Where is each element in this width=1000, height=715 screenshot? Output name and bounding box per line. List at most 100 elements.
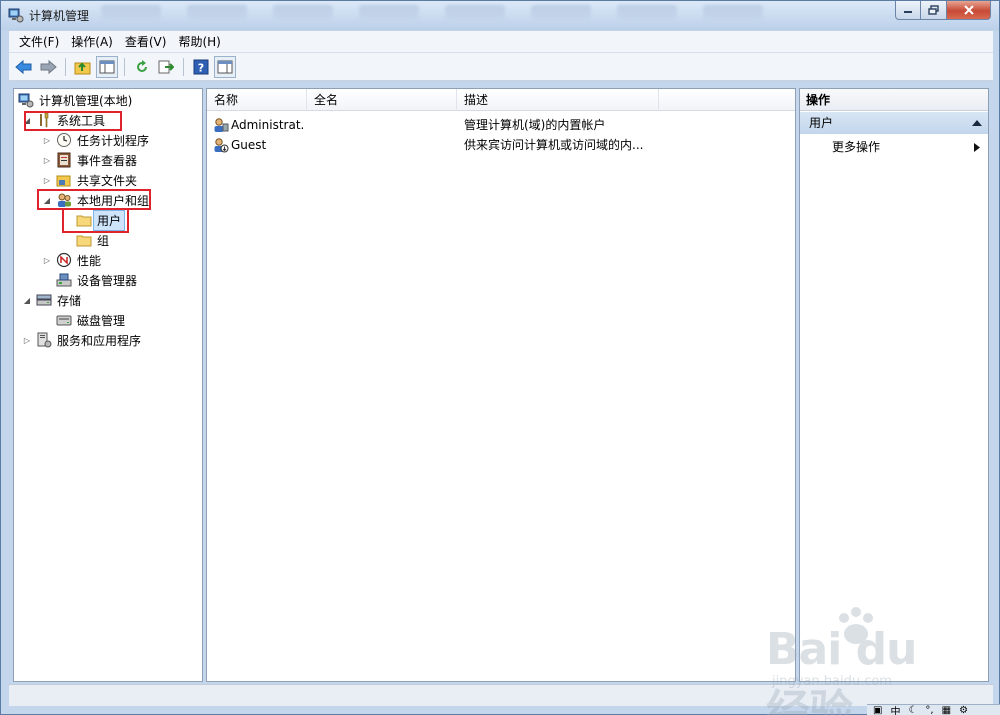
tree-item-task-scheduler[interactable]: ▷ 任务计划程序 xyxy=(42,130,149,150)
clock-icon xyxy=(57,133,71,147)
refresh-button[interactable] xyxy=(131,56,153,78)
forward-icon xyxy=(40,59,57,74)
cell-fullname xyxy=(314,135,454,155)
refresh-icon xyxy=(137,59,147,72)
collapsed-arrow-icon[interactable]: ▷ xyxy=(42,155,52,165)
computer-management-icon xyxy=(18,93,34,108)
folder-icon xyxy=(76,235,92,247)
toolbar: ? xyxy=(9,53,993,81)
minimize-button[interactable] xyxy=(895,1,921,20)
watermark-url: jingyan.baidu.com xyxy=(772,674,892,689)
more-actions-item[interactable]: 更多操作 xyxy=(800,137,988,157)
export-icon xyxy=(158,60,174,73)
services-icon xyxy=(37,332,52,348)
menu-view[interactable]: 查看(V) xyxy=(119,33,173,50)
actions-pane: 操作 用户 更多操作 xyxy=(799,88,989,682)
toolbar-separator xyxy=(124,57,125,76)
actions-section-label: 用户 xyxy=(809,116,834,130)
tree-label: 磁盘管理 xyxy=(77,313,126,328)
ime-label[interactable]: 中 xyxy=(890,703,900,715)
cell-name: Guest xyxy=(231,138,267,152)
title-bar[interactable]: 计算机管理 xyxy=(1,1,999,29)
user-icon xyxy=(214,118,229,132)
shared-folder-icon xyxy=(56,175,71,187)
computer-management-window: 计算机管理 文件(F) 操作(A) 查看(V) 帮助(H) ? 计算机管理(本地… xyxy=(0,0,1000,715)
moon-icon[interactable]: ☾ xyxy=(908,705,917,715)
tree-item-performance[interactable]: ▷ 性能 xyxy=(42,250,101,270)
actions-section-users[interactable]: 用户 xyxy=(800,112,988,134)
baidu-watermark: Bai du 经验 jingyan.baidu.com xyxy=(764,606,964,715)
help-icon: ? xyxy=(193,59,209,74)
table-row[interactable]: Guest 供来宾访问计算机或访问域的内... xyxy=(207,135,795,155)
cell-name: Administrat... xyxy=(231,118,305,132)
tree-item-root[interactable]: 计算机管理(本地) xyxy=(18,90,132,110)
collapsed-arrow-icon[interactable]: ▷ xyxy=(22,335,32,345)
collapsed-arrow-icon[interactable]: ▷ xyxy=(42,135,52,145)
cell-description: 供来宾访问计算机或访问域的内... xyxy=(464,138,644,152)
menu-action[interactable]: 操作(A) xyxy=(65,33,119,50)
keyboard-icon[interactable]: ▦ xyxy=(942,705,951,715)
disk-icon xyxy=(56,315,72,326)
tree-label: 计算机管理(本地) xyxy=(39,93,133,108)
maximize-button[interactable] xyxy=(921,1,947,20)
blurred-taskbar-tabs xyxy=(101,5,881,23)
up-folder-button[interactable] xyxy=(72,56,94,78)
taskbar-language-bar: ▣ 中 ☾ °, ▦ ⚙ xyxy=(867,704,1000,715)
window-title: 计算机管理 xyxy=(29,9,90,23)
submenu-arrow-icon xyxy=(974,143,980,152)
device-manager-icon xyxy=(56,273,72,287)
show-hide-tree-button[interactable] xyxy=(96,55,118,78)
collapse-up-icon xyxy=(972,120,982,126)
tree-item-storage[interactable]: ◢ 存储 xyxy=(22,290,81,310)
tree-item-device-manager[interactable]: 设备管理器 xyxy=(56,270,137,290)
close-icon xyxy=(963,5,974,15)
show-action-pane-button[interactable] xyxy=(214,55,236,78)
tree-item-shared-folders[interactable]: ▷ 共享文件夹 xyxy=(42,170,137,190)
column-header-fullname[interactable]: 全名 xyxy=(307,89,457,111)
settings-icon[interactable]: ⚙ xyxy=(959,705,968,715)
cell-description: 管理计算机(域)的内置帐户 xyxy=(464,118,606,132)
watermark-brand: Bai du 经验 xyxy=(766,624,917,715)
cell-fullname xyxy=(314,115,454,135)
tree-item-disk-management[interactable]: 磁盘管理 xyxy=(56,310,125,330)
tree-item-event-viewer[interactable]: ▷ 事件查看器 xyxy=(42,150,137,170)
punctuation-icon[interactable]: °, xyxy=(925,705,933,715)
toolbar-separator xyxy=(65,57,66,76)
collapsed-arrow-icon[interactable]: ▷ xyxy=(42,255,52,265)
menu-bar: 文件(F) 操作(A) 查看(V) 帮助(H) xyxy=(9,31,993,53)
toolbar-separator xyxy=(183,57,184,76)
user-disabled-icon xyxy=(214,138,229,153)
back-icon xyxy=(15,59,32,74)
forward-button[interactable] xyxy=(37,56,59,78)
tree-item-groups[interactable]: 组 xyxy=(76,230,109,250)
svg-text:?: ? xyxy=(198,61,204,74)
export-list-button[interactable] xyxy=(155,56,177,78)
back-button[interactable] xyxy=(13,56,35,78)
event-viewer-icon xyxy=(57,152,71,168)
results-list-pane[interactable]: 名称 全名 描述 Administrat... 管理计算机(域)的内置帐户 Gu… xyxy=(206,88,796,682)
expanded-arrow-icon[interactable]: ◢ xyxy=(22,295,32,305)
highlight-users xyxy=(62,208,129,233)
menu-file[interactable]: 文件(F) xyxy=(13,33,65,50)
tree-item-services-apps[interactable]: ▷ 服务和应用程序 xyxy=(22,330,141,350)
column-header-description[interactable]: 描述 xyxy=(457,89,659,111)
ime-icon[interactable]: ▣ xyxy=(873,705,882,715)
show-hide-tree-icon xyxy=(99,60,115,73)
tree-label: 组 xyxy=(97,233,110,248)
computer-management-icon xyxy=(8,8,24,23)
table-row[interactable]: Administrat... 管理计算机(域)的内置帐户 xyxy=(207,115,795,135)
collapsed-arrow-icon[interactable]: ▷ xyxy=(42,175,52,185)
menu-help[interactable]: 帮助(H) xyxy=(172,33,226,50)
tree-label: 共享文件夹 xyxy=(77,173,138,188)
more-actions-label: 更多操作 xyxy=(832,140,881,154)
help-button[interactable]: ? xyxy=(190,56,212,78)
show-action-pane-icon xyxy=(217,60,233,73)
close-button[interactable] xyxy=(947,1,991,20)
tree-label: 存储 xyxy=(57,293,82,308)
console-tree-pane[interactable]: 计算机管理(本地) ◢ 系统工具 ▷ 任务计划程序 ▷ 事件查看器 ▷ 共享文件… xyxy=(13,88,203,682)
list-header: 名称 全名 描述 xyxy=(207,89,795,111)
column-header-name[interactable]: 名称 xyxy=(207,89,307,111)
highlight-local-users-groups xyxy=(37,189,151,210)
up-folder-icon xyxy=(74,62,91,74)
minimize-icon xyxy=(904,11,912,13)
